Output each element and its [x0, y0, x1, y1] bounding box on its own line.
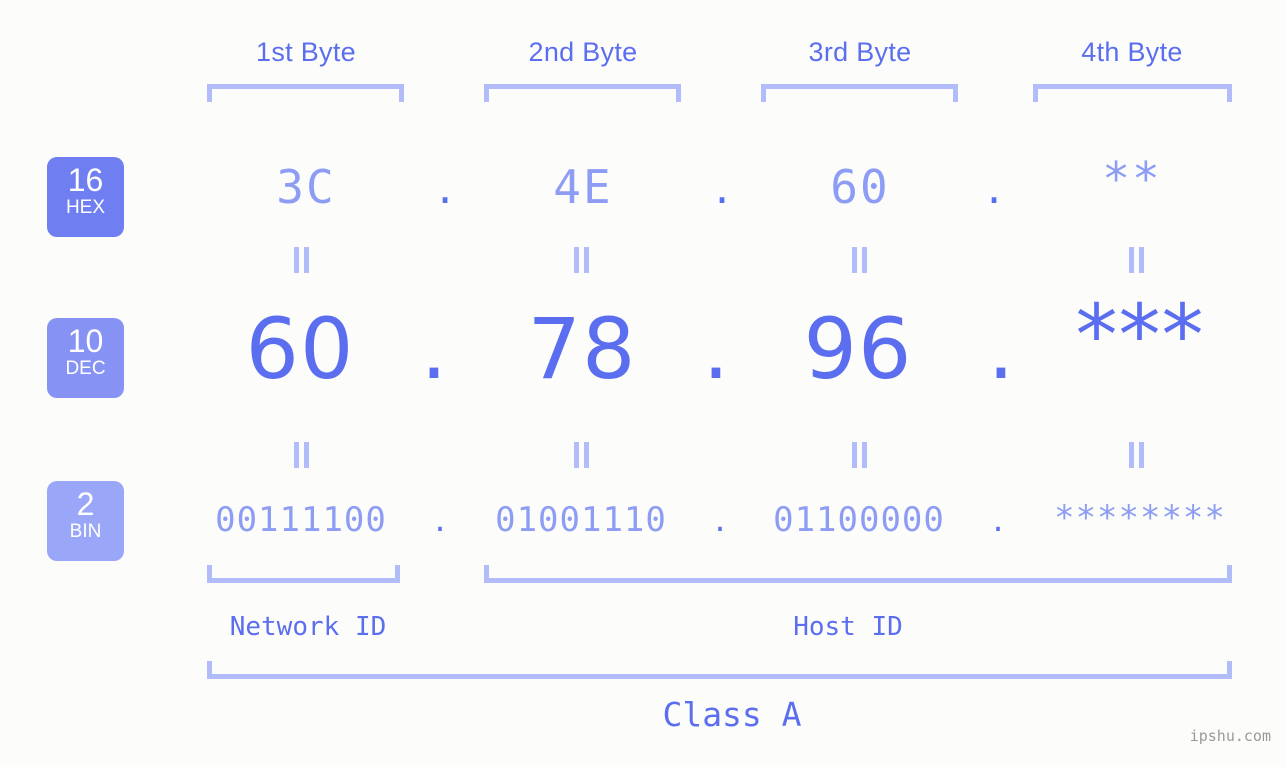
- bin-separator-2: .: [714, 500, 726, 540]
- bin-byte-2: 01001110: [495, 500, 667, 540]
- dec-byte-1: 60: [245, 300, 355, 398]
- bin-byte-1: 00111100: [215, 500, 387, 540]
- base-badge-dec: 10 DEC: [47, 318, 124, 398]
- dec-separator-2: .: [702, 300, 730, 398]
- dec-byte-3: 96: [803, 300, 913, 398]
- hex-byte-2: 4E: [553, 160, 613, 214]
- base-badge-dec-number: 10: [67, 323, 104, 359]
- bin-byte-3: 01100000: [773, 500, 945, 540]
- equals-connector-dec-bin-2: [571, 442, 591, 468]
- dec-separator-3: .: [987, 300, 1015, 398]
- byte-header-4: 4th Byte: [1081, 37, 1183, 67]
- equals-connector-hex-dec-3: [849, 247, 869, 273]
- bin-byte-4: ********: [1054, 498, 1226, 538]
- hex-byte-1: 3C: [276, 160, 336, 214]
- dec-byte-4: ***: [1075, 286, 1205, 384]
- base-badge-dec-label: DEC: [65, 358, 106, 379]
- base-badge-hex: 16 HEX: [47, 157, 124, 237]
- ip-breakdown-diagram: 1st Byte 2nd Byte 3rd Byte 4th Byte 16 H…: [0, 0, 1285, 767]
- equals-connector-dec-bin-4: [1126, 442, 1146, 468]
- class-label: Class A: [662, 695, 802, 734]
- hex-separator-3: .: [986, 160, 1002, 214]
- equals-connector-dec-bin-3: [849, 442, 869, 468]
- byte-header-2: 2nd Byte: [528, 37, 638, 67]
- hex-byte-4: **: [1102, 152, 1162, 206]
- byte-bracket-3: [761, 84, 958, 102]
- site-watermark: ipshu.com: [1189, 727, 1271, 745]
- bin-separator-3: .: [992, 500, 1004, 540]
- host-id-label: Host ID: [793, 612, 903, 642]
- hex-separator-2: .: [714, 160, 730, 214]
- equals-connector-dec-bin-1: [291, 442, 311, 468]
- host-id-bracket: [484, 565, 1232, 583]
- base-badge-bin-label: BIN: [69, 521, 102, 542]
- base-badge-hex-label: HEX: [65, 197, 106, 218]
- byte-bracket-2: [484, 84, 681, 102]
- hex-byte-3: 60: [830, 160, 890, 214]
- base-badge-bin-number: 2: [76, 486, 95, 522]
- byte-bracket-4: [1033, 84, 1232, 102]
- dec-byte-2: 78: [527, 300, 637, 398]
- base-badge-bin: 2 BIN: [47, 481, 124, 561]
- class-bracket: [207, 661, 1232, 679]
- dec-separator-1: .: [420, 300, 448, 398]
- bin-separator-1: .: [434, 500, 446, 540]
- equals-connector-hex-dec-4: [1126, 247, 1146, 273]
- byte-header-1: 1st Byte: [256, 37, 356, 67]
- hex-separator-1: .: [437, 160, 453, 214]
- byte-bracket-1: [207, 84, 404, 102]
- network-id-bracket: [207, 565, 400, 583]
- byte-header-3: 3rd Byte: [808, 37, 912, 67]
- equals-connector-hex-dec-1: [291, 247, 311, 273]
- equals-connector-hex-dec-2: [571, 247, 591, 273]
- base-badge-hex-number: 16: [67, 162, 104, 198]
- network-id-label: Network ID: [229, 612, 387, 642]
